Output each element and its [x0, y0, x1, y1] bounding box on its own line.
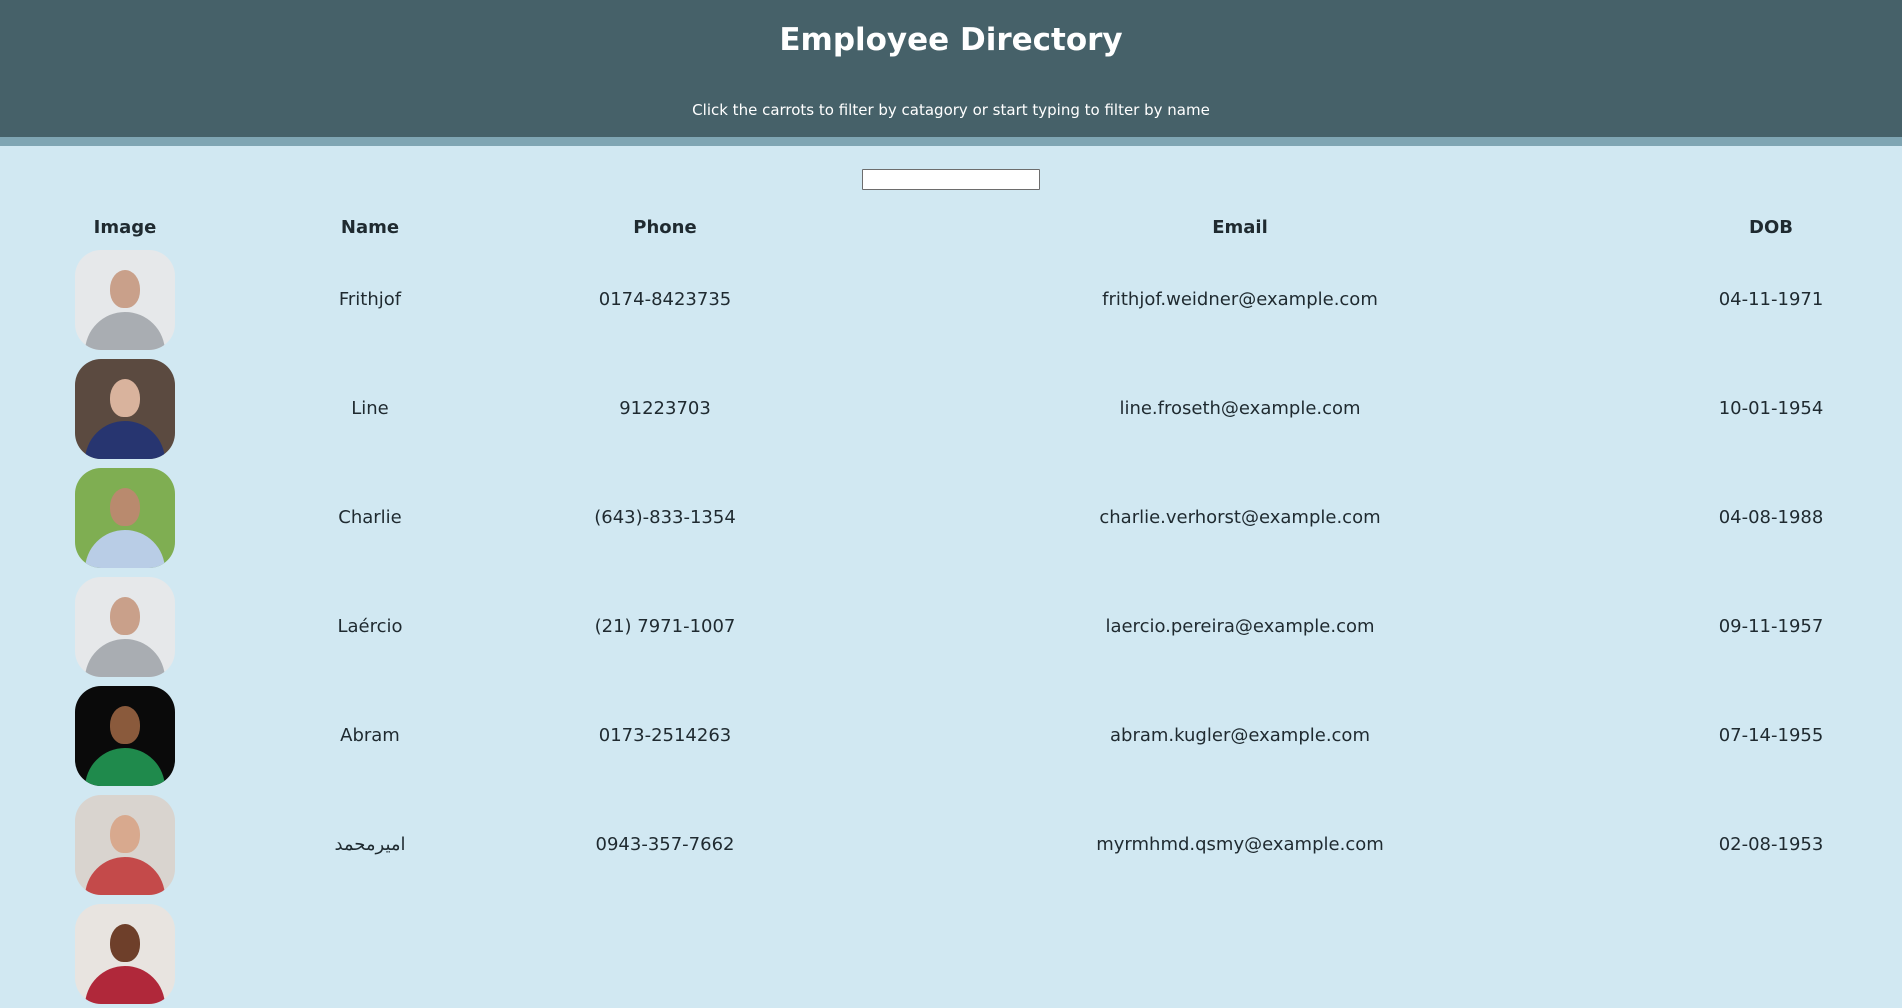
email-cell: laercio.pereira@example.com [1105, 616, 1375, 637]
avatar-head-shape [110, 487, 140, 526]
name-cell: Frithjof [338, 289, 402, 310]
search-input[interactable] [862, 169, 1040, 190]
email-cell: myrmhmd.qsmy@example.com [1096, 834, 1384, 855]
employee-avatar [75, 358, 175, 459]
employee-avatar [75, 576, 175, 677]
column-header-email[interactable]: Email [840, 210, 1640, 245]
column-header-phone[interactable]: Phone [490, 210, 840, 245]
email-cell: abram.kugler@example.com [1110, 725, 1370, 746]
name-cell [250, 899, 490, 1008]
dob-cell: 07-14-1955 [1718, 725, 1824, 746]
column-header-name[interactable]: Name [250, 210, 490, 245]
avatar-head-shape [110, 269, 140, 308]
page-header: Employee Directory Click the carrots to … [0, 0, 1902, 146]
table-row: اميرمحمد 0943-357-7662 myrmhmd.qsmy@exampl… [0, 790, 1902, 899]
table-row: Frithjof 0174-8423735 frithjof.weidner@exa… [0, 245, 1902, 354]
phone-cell [490, 899, 840, 1008]
avatar-head-shape [110, 705, 140, 744]
table-row [0, 899, 1902, 1008]
avatar-body-shape [85, 965, 165, 1004]
avatar-body-shape [85, 311, 165, 350]
employee-avatar [75, 467, 175, 568]
page-title: Employee Directory [779, 22, 1123, 58]
email-cell: frithjof.weidner@example.com [1102, 289, 1378, 310]
image-cell [0, 681, 250, 790]
employee-table: Image Name Phone Email DOB Frithjof 0174-… [0, 210, 1902, 1008]
phone-cell: 0943-357-7662 [595, 834, 735, 855]
name-cell: اميرمحمد [334, 834, 406, 855]
column-header-image[interactable]: Image [0, 210, 250, 245]
table-header-row: Image Name Phone Email DOB [0, 210, 1902, 245]
image-cell [0, 790, 250, 899]
phone-cell: 0174-8423735 [598, 289, 732, 310]
name-cell: Laércio [337, 616, 403, 637]
name-cell: Line [351, 398, 389, 419]
name-cell: Charlie [338, 507, 402, 528]
employee-avatar [75, 794, 175, 895]
search-container [0, 168, 1902, 190]
dob-cell: 04-08-1988 [1718, 507, 1824, 528]
dob-cell: 10-01-1954 [1718, 398, 1824, 419]
table-row: Charlie (643)-833-1354 charlie.verhorst@ex… [0, 463, 1902, 572]
dob-cell: 04-11-1971 [1718, 289, 1824, 310]
image-cell [0, 463, 250, 572]
column-header-dob[interactable]: DOB [1640, 210, 1902, 245]
email-cell [840, 899, 1640, 1008]
avatar-body-shape [85, 638, 165, 677]
avatar-head-shape [110, 814, 140, 853]
image-cell [0, 572, 250, 681]
avatar-head-shape [110, 378, 140, 417]
employee-avatar [75, 685, 175, 786]
dob-cell: 02-08-1953 [1718, 834, 1824, 855]
phone-cell: (21) 7971-1007 [594, 616, 736, 637]
email-cell: line.froseth@example.com [1119, 398, 1361, 419]
page-instructions: Click the carrots to filter by catagory … [692, 101, 1210, 119]
phone-cell: 91223703 [619, 398, 711, 419]
table-row: Laércio (21) 7971-1007 laercio.pereira@exa… [0, 572, 1902, 681]
name-cell: Abram [340, 725, 400, 746]
avatar-head-shape [110, 596, 140, 635]
image-cell [0, 354, 250, 463]
image-cell [0, 899, 250, 1008]
avatar-body-shape [85, 420, 165, 459]
dob-cell [1640, 899, 1902, 1008]
avatar-head-shape [110, 923, 140, 962]
dob-cell: 09-11-1957 [1718, 616, 1824, 637]
avatar-body-shape [85, 747, 165, 786]
phone-cell: 0173-2514263 [598, 725, 732, 746]
avatar-body-shape [85, 529, 165, 568]
employee-avatar [75, 903, 175, 1004]
table-row: Line 91223703 line.froseth@example.com 10-0… [0, 354, 1902, 463]
email-cell: charlie.verhorst@example.com [1099, 507, 1381, 528]
employee-avatar [75, 249, 175, 350]
avatar-body-shape [85, 856, 165, 895]
image-cell [0, 245, 250, 354]
phone-cell: (643)-833-1354 [594, 507, 736, 528]
table-row: Abram 0173-2514263 abram.kugler@example.co… [0, 681, 1902, 790]
